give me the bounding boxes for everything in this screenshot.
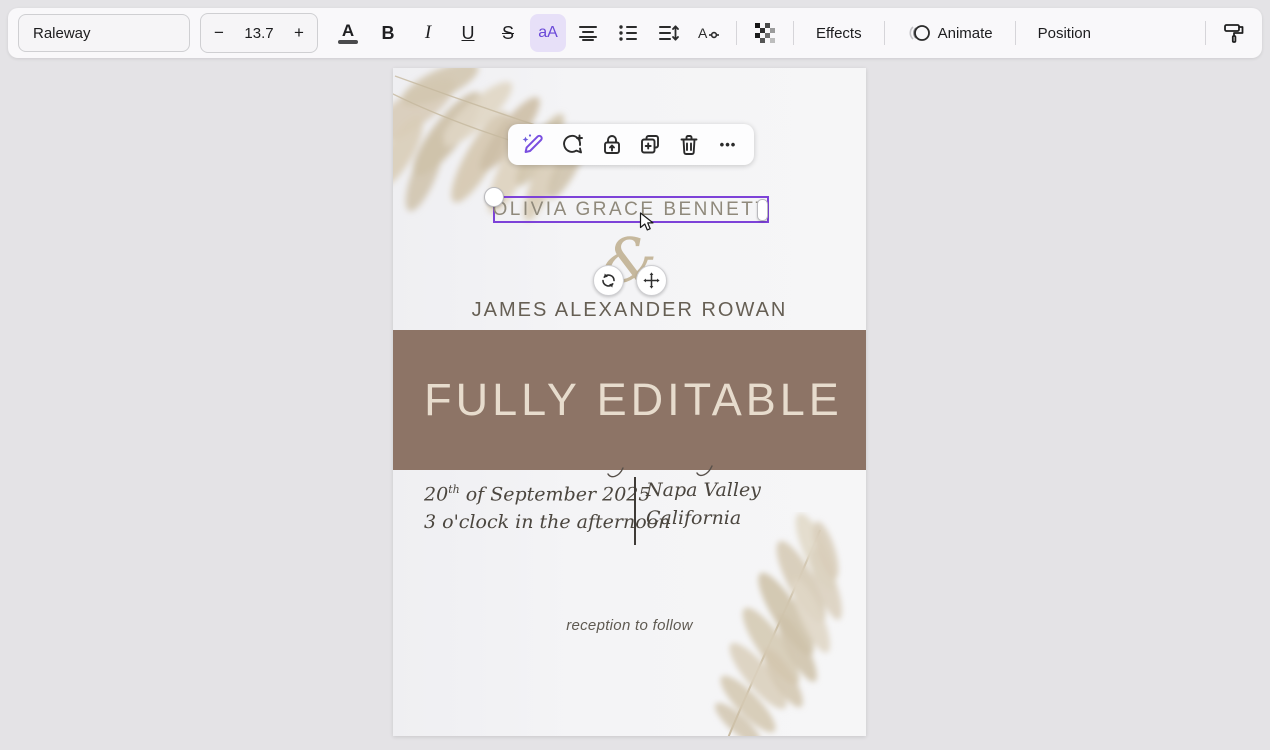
delete-button[interactable] [676, 132, 702, 158]
font-family-value: Raleway [33, 25, 91, 42]
text-color-button[interactable]: A [330, 14, 366, 52]
bride-name-textbox[interactable]: OLIVIA GRACE BENNETT [493, 196, 769, 223]
transparency-icon [754, 22, 776, 44]
text-format-toolbar: Raleway − 13.7 + A B I U S aA [8, 8, 1262, 58]
strikethrough-button[interactable]: S [490, 14, 526, 52]
move-icon [643, 272, 660, 289]
animate-button[interactable]: Animate [895, 14, 1005, 52]
date-day: 20 [424, 483, 448, 505]
effects-label: Effects [816, 25, 862, 42]
venue-city: Napa Valley [646, 476, 846, 504]
toolbar-separator [793, 21, 794, 45]
banner-text: FULLY EDITABLE [416, 374, 843, 426]
resize-handle-top-left[interactable] [484, 187, 504, 207]
effects-button[interactable]: Effects [804, 14, 874, 52]
add-comment-button[interactable] [560, 132, 586, 158]
letter-spacing-icon: A [696, 22, 720, 44]
bulleted-list-icon [617, 22, 639, 44]
letter-spacing-button[interactable]: A [690, 14, 726, 52]
underline-button[interactable]: U [450, 14, 486, 52]
venue-state: California [646, 504, 846, 532]
date-ordinal: th [448, 483, 460, 496]
magic-edit-button[interactable] [521, 132, 547, 158]
move-handle[interactable] [636, 265, 667, 296]
copy-style-button[interactable] [1216, 14, 1252, 52]
font-size-increase-button[interactable]: + [281, 23, 317, 43]
position-label: Position [1038, 25, 1091, 42]
animate-icon [907, 22, 931, 44]
svg-text:A: A [698, 25, 708, 41]
uppercase-toggle-button[interactable]: aA [530, 14, 566, 52]
magic-edit-icon [521, 133, 547, 157]
rotate-handle[interactable] [593, 265, 624, 296]
text-color-icon: A [342, 23, 354, 38]
line-spacing-button[interactable] [650, 14, 686, 52]
groom-name-text[interactable]: JAMES ALEXANDER ROWAN [393, 299, 866, 322]
toolbar-separator [1015, 21, 1016, 45]
text-color-swatch [338, 40, 358, 44]
more-icon: ••• [720, 137, 737, 152]
lock-button[interactable] [599, 132, 625, 158]
bride-name-text: OLIVIA GRACE BENNETT [493, 199, 770, 221]
rotate-icon [600, 272, 617, 289]
toolbar-separator [884, 21, 885, 45]
design-editor: Raleway − 13.7 + A B I U S aA [0, 0, 1270, 750]
font-size-control: − 13.7 + [200, 13, 318, 53]
align-center-icon [577, 22, 599, 44]
duplicate-button[interactable] [637, 132, 663, 158]
element-context-toolbar: ••• [508, 124, 754, 165]
column-divider [634, 477, 636, 545]
bulleted-list-button[interactable] [610, 14, 646, 52]
event-datetime-text[interactable]: 20th of September 2025 3 o'clock in the … [424, 476, 624, 536]
transparency-button[interactable] [747, 14, 783, 52]
lock-icon [600, 133, 624, 157]
more-options-button[interactable]: ••• [715, 132, 741, 158]
trash-icon [677, 133, 701, 157]
duplicate-icon [638, 133, 662, 157]
bold-button[interactable]: B [370, 14, 406, 52]
position-button[interactable]: Position [1026, 14, 1103, 52]
ampersand-ornament[interactable]: & [393, 226, 866, 296]
font-family-selector[interactable]: Raleway [18, 14, 190, 52]
design-canvas[interactable]: ••• OLIVIA GRACE BENNETT & [393, 68, 866, 736]
font-size-decrease-button[interactable]: − [201, 23, 237, 43]
date-rest: of September 2025 [460, 483, 651, 505]
reception-note-text[interactable]: reception to follow [393, 617, 866, 634]
toolbar-separator [736, 21, 737, 45]
align-center-button[interactable] [570, 14, 606, 52]
fully-editable-banner[interactable]: FULLY EDITABLE [393, 330, 866, 470]
copy-style-icon [1222, 21, 1246, 45]
event-venue-text[interactable]: Napa Valley California [646, 476, 846, 532]
time-text: 3 o'clock in the afternoon [424, 508, 624, 536]
italic-button[interactable]: I [410, 14, 446, 52]
toolbar-separator [1205, 21, 1206, 45]
animate-label: Animate [938, 25, 993, 42]
line-spacing-icon [657, 22, 679, 44]
font-size-value[interactable]: 13.7 [237, 25, 281, 42]
resize-handle-right[interactable] [757, 199, 768, 221]
add-comment-icon [561, 133, 585, 157]
